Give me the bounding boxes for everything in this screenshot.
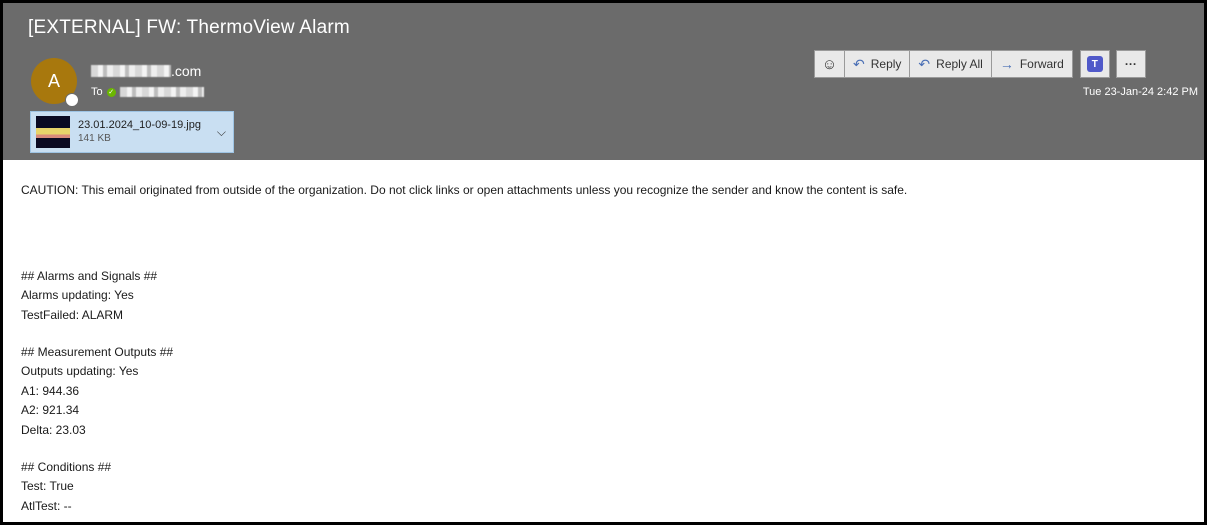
body-line: Test: True — [21, 479, 74, 493]
teams-icon: T — [1086, 56, 1103, 72]
reply-button[interactable]: ↶ Reply — [844, 50, 911, 78]
reply-all-button[interactable]: ↶ Reply All — [909, 50, 992, 78]
body-line: AtlTest: -- — [21, 498, 72, 513]
attachment-name: 23.01.2024_10-09-19.jpg — [78, 119, 201, 131]
forward-icon: → — [999, 56, 1014, 72]
section-header: ## Measurement Outputs ## — [21, 344, 174, 359]
email-window: [EXTERNAL] FW: ThermoView Alarm A .com T… — [0, 0, 1207, 525]
presence-status-icon — [65, 93, 79, 107]
email-timestamp: Tue 23-Jan-24 2:42 PM — [1082, 86, 1198, 98]
section-header: ## Alarms and Signals ## — [21, 268, 158, 283]
section-measurements: ## Measurement Outputs ## Outputs updati… — [21, 343, 1191, 441]
reply-all-icon: ↶ — [918, 55, 931, 72]
reply-label: Reply — [870, 57, 902, 71]
teams-button[interactable]: T — [1079, 50, 1110, 78]
to-label: To — [91, 86, 103, 98]
section-alarms: ## Alarms and Signals ## Alarms updating… — [21, 267, 1191, 326]
emoji-react-button[interactable]: ☺ — [814, 50, 845, 78]
body-line: A1: 944.36 — [21, 383, 80, 398]
body-line: Delta: 23.03 — [21, 422, 86, 437]
message-toolbar: ☺ ↶ Reply ↶ Reply All → Forward T ··· — [814, 50, 1146, 78]
sender-domain: .com — [171, 63, 202, 79]
more-actions-button[interactable]: ··· — [1115, 50, 1146, 78]
section-header: ## Conditions ## — [21, 459, 112, 474]
smiley-icon: ☺ — [821, 55, 838, 73]
forward-label: Forward — [1019, 57, 1064, 71]
redacted-recipient[interactable] — [119, 87, 204, 97]
body-line: TestFailed: ALARM — [21, 307, 124, 322]
recipient-line: To ✓ — [91, 86, 204, 98]
forward-button[interactable]: → Forward — [990, 50, 1073, 78]
attachment-chip[interactable]: 23.01.2024_10-09-19.jpg 141 KB ⌵ — [30, 111, 234, 153]
reply-all-label: Reply All — [936, 57, 983, 71]
body-line: Alarms updating: Yes — [21, 288, 134, 302]
body-line: Outputs updating: Yes — [21, 364, 139, 378]
sender-address[interactable]: .com — [91, 63, 201, 79]
email-subject: [EXTERNAL] FW: ThermoView Alarm — [28, 17, 350, 38]
email-header: [EXTERNAL] FW: ThermoView Alarm A .com T… — [3, 3, 1204, 160]
redacted-sender-name — [91, 65, 171, 77]
body-line: A2: 921.34 — [21, 403, 80, 417]
caution-banner: CAUTION: This email originated from outs… — [21, 183, 908, 197]
section-conditions: ## Conditions ## Test: True AtlTest: -- — [21, 458, 1191, 517]
recipient-check-icon: ✓ — [106, 87, 116, 97]
chevron-down-icon[interactable]: ⌵ — [217, 125, 226, 140]
email-body: CAUTION: This email originated from outs… — [21, 181, 1191, 516]
reply-icon: ↶ — [853, 55, 865, 72]
attachment-thumbnail — [36, 116, 70, 148]
attachment-size: 141 KB — [78, 133, 111, 144]
